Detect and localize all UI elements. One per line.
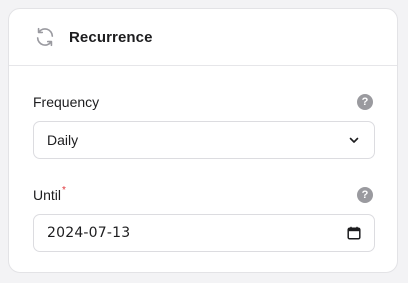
recurrence-card: Recurrence Frequency ? Daily Until* ? 20… [8,8,398,273]
frequency-label: Frequency [33,94,100,110]
frequency-label-row: Frequency ? [33,92,375,112]
frequency-selected-value: Daily [47,132,79,148]
required-mark: * [62,185,66,196]
card-title: Recurrence [69,28,153,46]
card-header: Recurrence [9,9,397,66]
refresh-icon [33,25,57,49]
help-icon[interactable]: ? [357,187,373,203]
card-body: Frequency ? Daily Until* ? 2024-07-13 [9,92,397,252]
until-label: Until* [33,185,66,203]
frequency-select[interactable]: Daily [33,121,375,159]
until-field: Until* ? 2024-07-13 [33,185,375,252]
until-label-row: Until* ? [33,185,375,205]
calendar-icon[interactable] [346,225,362,241]
frequency-field: Frequency ? Daily [33,92,375,159]
help-icon[interactable]: ? [357,94,373,110]
until-date-value: 2024-07-13 [47,225,131,241]
chevron-down-icon [346,132,362,148]
until-date-input[interactable]: 2024-07-13 [33,214,375,252]
until-label-text: Until [33,187,62,203]
